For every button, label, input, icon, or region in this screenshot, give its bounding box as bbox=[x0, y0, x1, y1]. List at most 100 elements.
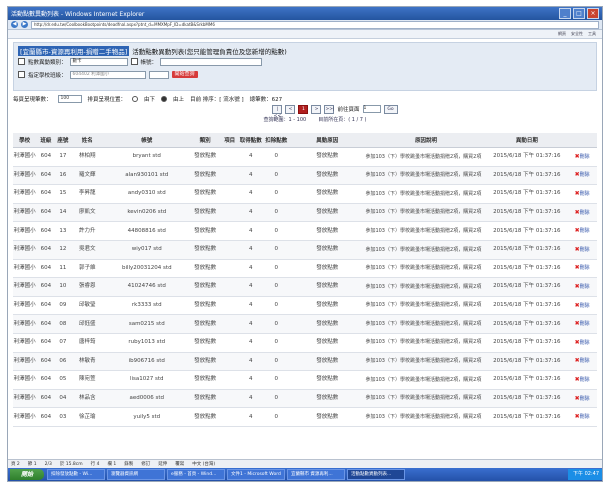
delete-link[interactable]: 刪除 bbox=[580, 396, 590, 402]
delete-link[interactable]: 刪除 bbox=[580, 172, 590, 178]
table-row: 利澤國小 604 15 李昇龍 andy0310 std 發放點數 4 0 發放點數 參加103（… bbox=[13, 184, 597, 204]
table-row: 利澤國小 604 12 吳君文 wiy017 std 發放點數 4 0 發放點數 參加103（下）… bbox=[13, 240, 597, 260]
cell-reason: 發放點數 bbox=[289, 166, 366, 186]
minimize-button[interactable]: _ bbox=[559, 8, 571, 19]
column-header: 原因說明 bbox=[365, 133, 487, 148]
cell-date: 2015/6/18 下午 01:37:16 bbox=[486, 277, 568, 297]
class-input[interactable] bbox=[148, 70, 169, 79]
go-button[interactable]: Go bbox=[383, 104, 398, 114]
close-button[interactable]: × bbox=[587, 8, 599, 19]
start-button[interactable]: 開始 bbox=[10, 469, 44, 480]
next-page-button[interactable]: > bbox=[311, 104, 322, 114]
cell-points-get: 4 bbox=[238, 259, 264, 279]
maximize-button[interactable]: □ bbox=[573, 8, 585, 19]
cell-seat: 03 bbox=[55, 407, 71, 427]
delete-link[interactable]: 刪除 bbox=[580, 247, 590, 253]
cell-school: 利澤國小 bbox=[13, 259, 37, 279]
delete-link[interactable]: 刪除 bbox=[580, 210, 590, 216]
account-checkbox[interactable] bbox=[130, 58, 138, 65]
cell-account: bryant std bbox=[104, 147, 190, 167]
taskbar-button[interactable]: 瀏覽器資訊網 bbox=[107, 469, 165, 480]
goto-label: 前往頁面 bbox=[337, 107, 360, 113]
column-header: 姓名 bbox=[70, 133, 105, 148]
taskbar: 開始 扣除發放點數 - Wi... 瀏覽器資訊網 e服務 - 首頁 - Wind..… bbox=[8, 468, 602, 481]
activity-link[interactable]: [宜蘭縣市-資源再利用-捐贈二手物品] bbox=[18, 46, 130, 56]
cell-seat: 07 bbox=[55, 333, 71, 353]
cell-account: yuily5 std bbox=[104, 407, 190, 427]
cell-category: 發放點數 bbox=[189, 296, 222, 316]
delete-link[interactable]: 刪除 bbox=[580, 321, 590, 327]
cell-item bbox=[221, 240, 239, 260]
delete-link[interactable]: 刪除 bbox=[580, 284, 590, 290]
category-select[interactable]: 數卡 bbox=[69, 57, 128, 66]
column-header: 座號 bbox=[55, 133, 71, 148]
delete-link[interactable]: 刪除 bbox=[580, 340, 590, 346]
school-select[interactable]: 604402 利澤國小 bbox=[69, 70, 146, 79]
current-page-button[interactable]: 1 bbox=[298, 104, 309, 114]
cell-grade: 604 bbox=[36, 221, 56, 241]
cell-seat: 06 bbox=[55, 352, 71, 372]
first-page-button[interactable]: |<< bbox=[272, 104, 283, 119]
category-checkbox[interactable] bbox=[18, 58, 25, 65]
school-class-checkbox[interactable] bbox=[18, 71, 25, 78]
cell-seat: 08 bbox=[55, 314, 71, 334]
cell-reason: 發放點數 bbox=[289, 277, 366, 297]
cell-item bbox=[221, 203, 239, 223]
cell-grade: 604 bbox=[36, 184, 56, 204]
cell-actions: ✖刪除 bbox=[567, 389, 597, 409]
delete-link[interactable]: 刪除 bbox=[580, 265, 590, 271]
toolbar-tools[interactable]: 工具 bbox=[588, 31, 596, 37]
cell-points-get: 4 bbox=[238, 314, 264, 334]
cell-name: 徐芷瑜 bbox=[70, 407, 105, 427]
delete-link[interactable]: 刪除 bbox=[580, 358, 590, 364]
search-button[interactable]: 開始查詢 bbox=[171, 71, 198, 78]
cell-name: 陳宛萱 bbox=[70, 370, 105, 390]
cell-grade: 604 bbox=[36, 407, 56, 427]
goto-input[interactable]: 1 bbox=[362, 105, 381, 113]
delete-link[interactable]: 刪除 bbox=[580, 191, 590, 197]
delete-link[interactable]: 刪除 bbox=[580, 414, 590, 420]
cell-item bbox=[221, 352, 239, 372]
column-header: 取得點數 bbox=[238, 133, 264, 148]
delete-link[interactable]: 刪除 bbox=[580, 228, 590, 234]
taskbar-button[interactable]: 活動點數異動列表... bbox=[347, 469, 405, 480]
prev-page-button[interactable]: < bbox=[285, 104, 296, 114]
cell-date: 2015/6/18 下午 01:37:16 bbox=[486, 147, 568, 167]
toolbar-page[interactable]: 網頁 bbox=[558, 31, 566, 37]
cell-school: 利澤國小 bbox=[13, 184, 37, 204]
cell-points-minus: 0 bbox=[263, 333, 289, 353]
url-field[interactable]: http://dr.edu.tw/CoolbookBootpoints/dead… bbox=[31, 20, 599, 29]
taskbar-button[interactable]: e服務 - 首頁 - Wind... bbox=[167, 469, 225, 480]
account-input[interactable] bbox=[160, 57, 263, 66]
cell-name: 羅文輝 bbox=[70, 166, 105, 186]
delete-link[interactable]: 刪除 bbox=[580, 303, 590, 309]
table-row: 利澤國小 604 14 廖凱文 kevin0206 std 發放點數 4 0 發放點數 參加103… bbox=[13, 203, 597, 223]
table-row: 利澤國小 604 11 郭子維 billy20031204 std 發放點數 4 0 發放點數參… bbox=[13, 259, 597, 279]
sort-up-radio[interactable] bbox=[161, 96, 168, 102]
cell-actions: ✖刪除 bbox=[567, 296, 597, 316]
taskbar-button[interactable]: 文件1 - Microsoft Word bbox=[227, 469, 285, 480]
forward-icon[interactable]: ▶ bbox=[21, 21, 28, 28]
toolbar-safety[interactable]: 安全性 bbox=[571, 31, 583, 37]
cell-points-get: 4 bbox=[238, 407, 264, 427]
taskbar-button[interactable]: 宜蘭縣市 資源再利... bbox=[287, 469, 345, 480]
per-page-select[interactable]: 100 bbox=[57, 95, 82, 103]
last-page-button[interactable]: >>| bbox=[324, 104, 335, 114]
records-table-wrap: 學校 班級 座號 姓名 帳號 類別 項目 取得點數 扣除點數 異動原因 原因說明 異動日期 利澤國小 6… bbox=[13, 133, 597, 455]
cell-category: 發放點數 bbox=[189, 259, 222, 279]
cell-name: 李昇龍 bbox=[70, 184, 105, 204]
cell-points-get: 4 bbox=[238, 166, 264, 186]
cell-description: 參加103（下）學校跳蚤市場活動捐贈2項，購買2項 bbox=[365, 277, 487, 297]
sort-down-radio[interactable] bbox=[132, 96, 139, 102]
delete-link[interactable]: 刪除 bbox=[580, 377, 590, 383]
taskbar-button[interactable]: 扣除發放點數 - Wi... bbox=[47, 469, 105, 480]
back-icon[interactable]: ◀ bbox=[11, 21, 18, 28]
cell-points-minus: 0 bbox=[263, 389, 289, 409]
cell-points-minus: 0 bbox=[263, 259, 289, 279]
cell-name: 邱敏瑩 bbox=[70, 296, 105, 316]
cell-actions: ✖刪除 bbox=[567, 259, 597, 279]
delete-link[interactable]: 刪除 bbox=[580, 154, 590, 160]
cell-grade: 604 bbox=[36, 296, 56, 316]
school-class-label: 指定學校班級： bbox=[28, 72, 67, 79]
cell-actions: ✖刪除 bbox=[567, 333, 597, 353]
